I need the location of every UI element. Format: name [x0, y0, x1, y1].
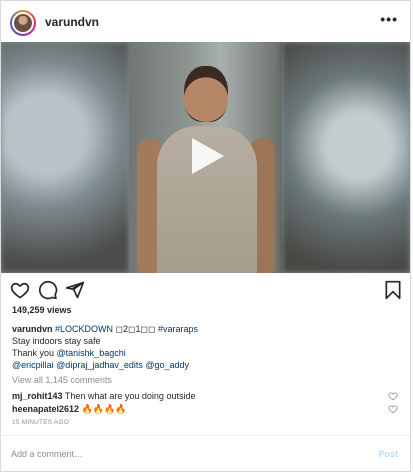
- comment-username[interactable]: mj_rohit143: [12, 391, 63, 401]
- caption-hashtag[interactable]: #LOCKDOWN: [55, 324, 113, 334]
- play-icon[interactable]: [184, 134, 228, 178]
- bookmark-icon[interactable]: [383, 280, 403, 300]
- comment-row: heenapatel2612 🔥🔥🔥🔥: [12, 403, 126, 415]
- small-heart-icon[interactable]: [388, 404, 398, 414]
- add-comment-bar: Add a comment… Post: [1, 435, 410, 474]
- blurred-background-right: [282, 42, 410, 273]
- avatar[interactable]: [10, 10, 36, 36]
- view-all-comments-link[interactable]: View all 1,145 comments: [12, 374, 112, 386]
- username[interactable]: varundvn: [45, 15, 99, 29]
- caption-mention[interactable]: @tanishk_bagchi: [57, 348, 126, 358]
- caption-line-1: varundvn #LOCKDOWN ◻2◻1◻◻ #vararaps: [12, 323, 198, 335]
- comment-text: 🔥🔥🔥🔥: [81, 404, 127, 414]
- post-button[interactable]: Post: [378, 449, 398, 459]
- add-comment-input[interactable]: Add a comment…: [11, 449, 83, 459]
- comment-text: Then what are you doing outside: [64, 391, 196, 401]
- caption-username[interactable]: varundvn: [12, 324, 53, 334]
- more-options-icon[interactable]: •••: [380, 11, 398, 27]
- caption-line-3: Thank you @tanishk_bagchi: [12, 347, 126, 359]
- blurred-background-left: [1, 42, 129, 273]
- comment-icon[interactable]: [38, 280, 58, 300]
- post-card: varundvn ••• 149,259 views varundvn #LOC…: [0, 0, 411, 472]
- post-header: varundvn •••: [1, 1, 410, 43]
- avatar-image: [12, 12, 34, 34]
- heart-icon[interactable]: [10, 280, 30, 300]
- view-count[interactable]: 149,259 views: [12, 304, 72, 316]
- action-bar: [1, 273, 410, 305]
- caption-thanks: Thank you: [12, 348, 57, 358]
- video-media[interactable]: [1, 42, 410, 273]
- caption-line-2: Stay indoors stay safe: [12, 336, 101, 346]
- caption-hashtag-2[interactable]: #vararaps: [158, 324, 198, 334]
- caption-mention-1[interactable]: @ericpillai: [12, 360, 54, 370]
- person-head: [184, 66, 228, 122]
- comment-username[interactable]: heenapatel2612: [12, 404, 79, 414]
- comment-row: mj_rohit143 Then what are you doing outs…: [12, 390, 195, 402]
- share-icon[interactable]: [65, 280, 85, 300]
- caption-mention-3[interactable]: @go_addy: [145, 360, 189, 370]
- caption-symbols: ◻2◻1◻◻: [113, 324, 158, 334]
- small-heart-icon[interactable]: [388, 391, 398, 401]
- post-timestamp[interactable]: 15 MINUTES AGO: [12, 417, 69, 429]
- caption-line-4: @ericpillai @dipraj_jadhav_edits @go_add…: [12, 359, 189, 371]
- caption-mention-2[interactable]: @dipraj_jadhav_edits: [56, 360, 143, 370]
